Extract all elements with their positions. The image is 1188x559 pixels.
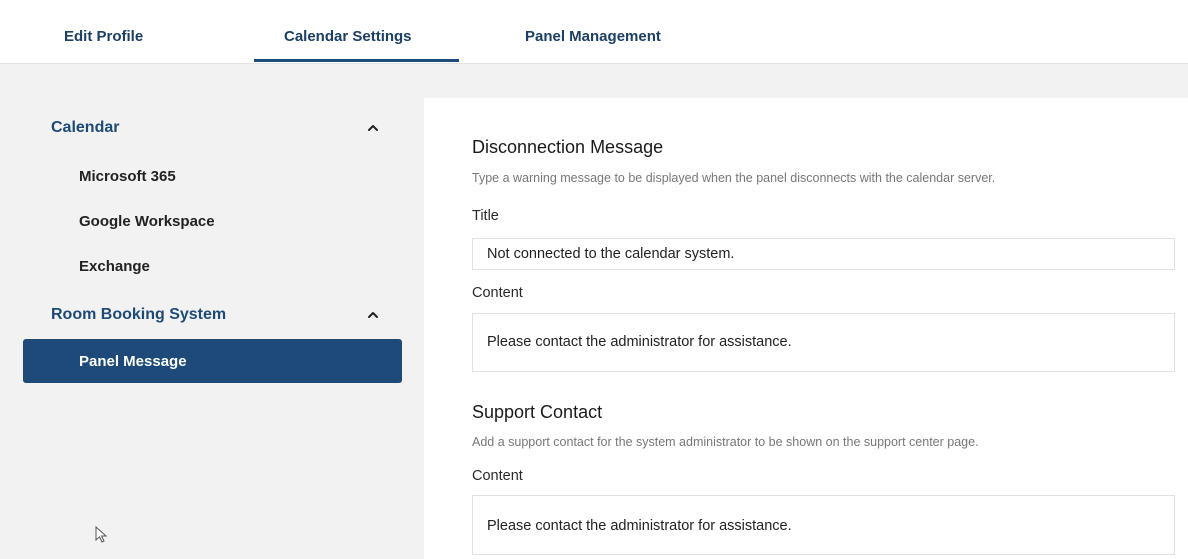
title-label: Title — [472, 208, 499, 224]
chevron-up-icon[interactable] — [365, 120, 381, 136]
sidebar-item-google-workspace[interactable]: Google Workspace — [79, 213, 215, 230]
support-contact-description: Add a support contact for the system adm… — [472, 435, 979, 449]
content-label: Content — [472, 285, 523, 301]
disconnection-message-heading: Disconnection Message — [472, 137, 664, 157]
title-input[interactable]: Not connected to the calendar system. — [472, 238, 1175, 270]
sidebar-item-panel-message[interactable]: Panel Message — [23, 339, 402, 383]
disconnection-content-textarea[interactable]: Please contact the administrator for ass… — [472, 313, 1175, 372]
sidebar-item-microsoft-365[interactable]: Microsoft 365 — [79, 168, 176, 185]
tab-panel-management[interactable]: Panel Management — [525, 28, 661, 45]
disconnection-message-description: Type a warning message to be displayed w… — [472, 171, 996, 185]
sidebar-group-room-booking[interactable]: Room Booking System — [51, 306, 226, 324]
settings-panel: Disconnection Message Type a warning mes… — [424, 98, 1188, 559]
disconnection-content-value: Please contact the administrator for ass… — [487, 334, 792, 350]
active-tab-indicator — [254, 59, 459, 62]
chevron-up-icon[interactable] — [365, 307, 381, 323]
tab-edit-profile[interactable]: Edit Profile — [64, 28, 143, 45]
support-content-value: Please contact the administrator for ass… — [487, 518, 792, 534]
top-tab-bar: Edit Profile Calendar Settings Panel Man… — [0, 0, 1188, 64]
mouse-pointer-icon — [95, 526, 108, 543]
support-content-label: Content — [472, 468, 523, 484]
support-content-textarea[interactable]: Please contact the administrator for ass… — [472, 495, 1175, 555]
tab-calendar-settings[interactable]: Calendar Settings — [284, 28, 412, 45]
sidebar-item-exchange[interactable]: Exchange — [79, 258, 150, 275]
support-contact-heading: Support Contact — [472, 402, 603, 422]
sidebar-group-calendar[interactable]: Calendar — [51, 119, 119, 137]
sidebar-item-label: Panel Message — [79, 353, 187, 370]
title-input-value: Not connected to the calendar system. — [487, 246, 735, 262]
